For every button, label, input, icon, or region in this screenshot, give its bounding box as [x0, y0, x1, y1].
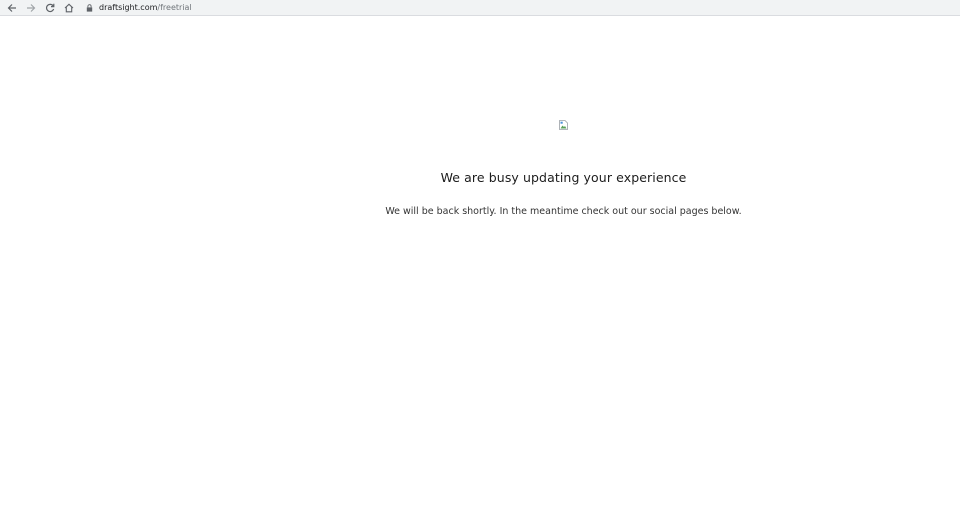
page-headline: We are busy updating your experience	[440, 170, 687, 185]
lock-icon[interactable]	[86, 3, 93, 12]
browser-toolbar: draftsight.com/freetrial	[0, 0, 960, 16]
forward-button[interactable]	[21, 0, 40, 16]
page-message: We will be back shortly. In the meantime…	[385, 206, 742, 217]
maintenance-page: We are busy updating your experience We …	[0, 17, 960, 524]
home-icon	[64, 3, 73, 12]
reload-button[interactable]	[40, 0, 59, 16]
forward-arrow-icon	[26, 3, 35, 12]
back-arrow-icon	[7, 3, 16, 12]
broken-image-icon	[559, 120, 568, 130]
url-path: /freetrial	[157, 3, 192, 12]
address-bar[interactable]: draftsight.com/freetrial	[86, 0, 192, 16]
reload-icon	[45, 3, 54, 12]
url-domain: draftsight.com	[99, 3, 158, 12]
home-button[interactable]	[59, 0, 78, 16]
back-button[interactable]	[2, 0, 21, 16]
